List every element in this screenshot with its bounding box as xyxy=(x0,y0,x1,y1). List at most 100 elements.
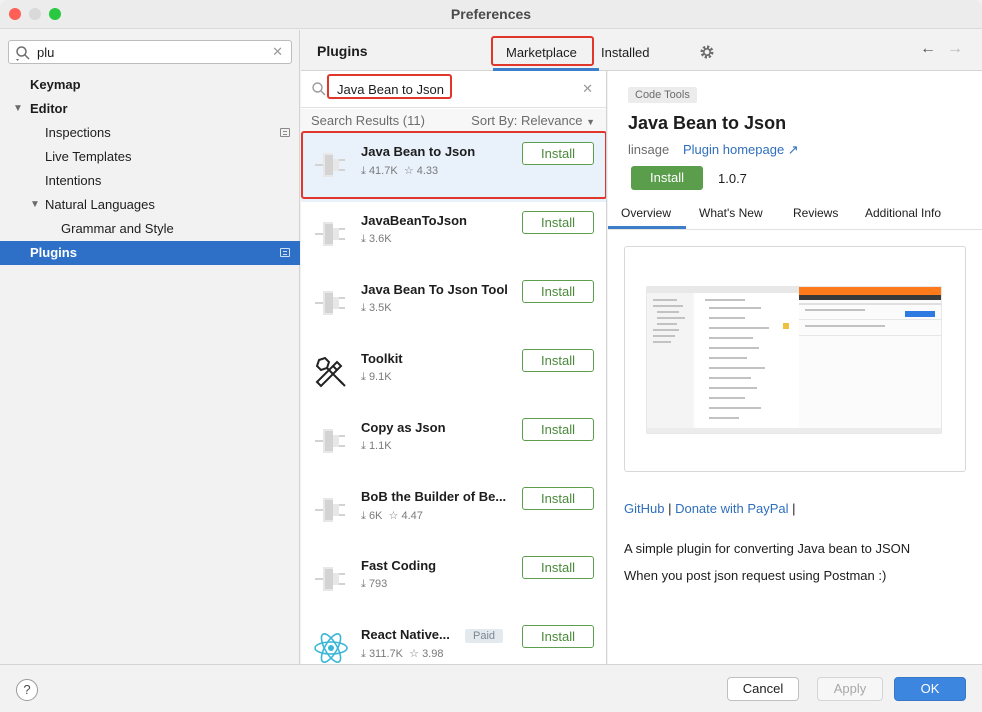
install-button[interactable]: Install xyxy=(522,487,594,510)
install-button[interactable]: Install xyxy=(522,280,594,303)
sidebar-item-label: Natural Languages xyxy=(45,197,155,212)
plugin-stats: ⤓ 6K ☆ 4.47 xyxy=(361,509,423,523)
settings-search-input[interactable]: plu xyxy=(37,45,54,60)
github-link[interactable]: GitHub xyxy=(624,501,664,516)
sidebar-item-intentions[interactable]: Intentions xyxy=(0,169,300,193)
sidebar-item-inspections[interactable]: Inspections xyxy=(0,121,300,145)
chevron-down-icon[interactable]: ▼ xyxy=(30,193,40,217)
vendor-link[interactable]: linsage xyxy=(628,142,669,157)
install-button[interactable]: Install xyxy=(522,349,594,372)
plugin-name: Java Bean to Json xyxy=(628,113,787,133)
plugin-icon xyxy=(311,421,351,461)
plugin-icon xyxy=(311,214,351,254)
plugin-homepage-link[interactable]: Plugin homepage ↗ xyxy=(683,142,799,158)
sidebar-item-natural-languages[interactable]: ▼ Natural Languages xyxy=(0,193,300,217)
forward-arrow-icon[interactable]: → xyxy=(947,40,963,58)
apply-button[interactable]: Apply xyxy=(817,677,883,701)
sidebar-item-plugins[interactable]: Plugins xyxy=(0,241,300,265)
donate-link[interactable]: Donate with PayPal xyxy=(675,501,788,516)
star-icon: ☆ xyxy=(388,510,399,522)
plugin-list-item[interactable]: React Native... Paid ⤓ 311.7K ☆ 3.98 Instal… xyxy=(301,616,606,664)
tab-overview[interactable]: Overview xyxy=(621,206,671,220)
plugin-name: Copy as Json xyxy=(361,420,446,435)
plugin-search-field[interactable]: Java Bean to Json ✕ xyxy=(301,71,606,108)
install-button[interactable]: Install xyxy=(522,211,594,234)
tab-whats-new[interactable]: What's New xyxy=(699,206,763,220)
project-settings-icon xyxy=(280,248,290,257)
sidebar-item-label: Keymap xyxy=(30,77,81,92)
install-button[interactable]: Install xyxy=(522,418,594,441)
plugin-name: Java Bean To Json Tool xyxy=(361,282,508,297)
download-icon: ⤓ xyxy=(361,578,366,590)
plugin-links: GitHub | Donate with PayPal | xyxy=(624,501,796,516)
tab-divider xyxy=(608,229,982,230)
download-count: 3.6K xyxy=(368,233,392,245)
sidebar-item-label: Plugins xyxy=(30,245,77,260)
project-settings-icon xyxy=(280,128,290,137)
plugin-list-item[interactable]: BoB the Builder of Be... ⤓ 6K ☆ 4.47 Insta… xyxy=(301,478,606,547)
plugin-name: Toolkit xyxy=(361,351,403,366)
sidebar-item-label: Live Templates xyxy=(45,149,132,164)
install-button[interactable]: Install xyxy=(522,625,594,648)
rating: 4.47 xyxy=(401,510,423,522)
download-icon: ⤓ xyxy=(361,510,366,522)
link-separator: | xyxy=(664,501,676,516)
sidebar-item-label: Grammar and Style xyxy=(61,221,174,236)
install-button[interactable]: Install xyxy=(631,166,703,190)
install-button[interactable]: Install xyxy=(522,556,594,579)
plugin-detail-panel: Code Tools Java Bean to Json linsage Plu… xyxy=(608,71,982,664)
clear-search-icon[interactable]: ✕ xyxy=(582,81,593,97)
plugins-header: Plugins Marketplace Installed ← → xyxy=(301,30,982,71)
download-icon: ⤓ xyxy=(361,440,366,452)
cancel-button[interactable]: Cancel xyxy=(727,677,799,701)
plugin-stats: ⤓ 3.6K xyxy=(361,233,392,246)
plugin-stats: ⤓ 9.1K xyxy=(361,371,392,384)
download-count: 3.5K xyxy=(368,302,392,314)
paid-badge: Paid xyxy=(465,629,504,643)
plugin-list-item[interactable]: Copy as Json ⤓ 1.1K Install xyxy=(301,409,606,478)
search-icon xyxy=(16,46,30,61)
ok-button[interactable]: OK xyxy=(894,677,966,701)
settings-search-field[interactable]: plu ✕ xyxy=(8,40,292,64)
tab-additional-info[interactable]: Additional Info xyxy=(865,206,941,220)
sidebar-item-label: Intentions xyxy=(45,173,102,188)
sidebar-item-keymap[interactable]: Keymap xyxy=(0,73,300,97)
plugin-name: BoB the Builder of Be... xyxy=(361,489,507,504)
rating: 3.98 xyxy=(422,648,444,660)
plugin-list-item[interactable]: JavaBeanToJson ⤓ 3.6K Install xyxy=(301,202,606,271)
tab-reviews[interactable]: Reviews xyxy=(793,206,838,220)
download-icon: ⤓ xyxy=(361,371,366,383)
sort-dropdown[interactable]: Sort By: Relevance ▼ xyxy=(471,113,595,128)
back-arrow-icon[interactable]: ← xyxy=(920,40,936,58)
chevron-down-icon: ▼ xyxy=(586,117,595,127)
plugin-icon xyxy=(311,559,351,599)
download-icon: ⤓ xyxy=(361,233,366,245)
sidebar-item-live-templates[interactable]: Live Templates xyxy=(0,145,300,169)
help-button[interactable]: ? xyxy=(16,679,38,701)
tab-installed[interactable]: Installed xyxy=(601,45,649,60)
clear-search-icon[interactable]: ✕ xyxy=(272,44,283,60)
title-bar: Preferences xyxy=(0,0,982,29)
plugin-screenshot[interactable] xyxy=(624,246,966,472)
plugin-stats: ⤓ 793 xyxy=(361,578,387,591)
plugin-list-item[interactable]: Fast Coding ⤓ 793 Install xyxy=(301,547,606,616)
download-count: 793 xyxy=(368,578,388,590)
page-title: Plugins xyxy=(317,43,368,59)
chevron-down-icon[interactable]: ▼ xyxy=(13,97,23,121)
gear-icon[interactable] xyxy=(699,44,715,60)
toolkit-icon xyxy=(311,352,351,392)
plugin-list-item[interactable]: Java Bean To Json Tool ⤓ 3.5K Install xyxy=(301,271,606,340)
highlight-box xyxy=(491,36,594,66)
plugin-description: A simple plugin for converting Java bean… xyxy=(624,541,911,556)
plugin-stats: ⤓ 311.7K ☆ 3.98 xyxy=(361,647,443,661)
preferences-window: Preferences plu ✕ Keymap ▼ Editor Inspec… xyxy=(0,0,982,712)
sidebar-item-grammar-and-style[interactable]: Grammar and Style xyxy=(0,217,300,241)
plugin-list-item[interactable]: Toolkit ⤓ 9.1K Install xyxy=(301,340,606,409)
download-count: 1.1K xyxy=(368,440,392,452)
sidebar-item-editor[interactable]: ▼ Editor xyxy=(0,97,300,121)
plugin-icon xyxy=(311,283,351,323)
plugin-version: 1.0.7 xyxy=(718,171,747,186)
plugin-name: Fast Coding xyxy=(361,558,437,573)
react-icon xyxy=(311,628,351,664)
plugin-name: JavaBeanToJson xyxy=(361,213,467,228)
